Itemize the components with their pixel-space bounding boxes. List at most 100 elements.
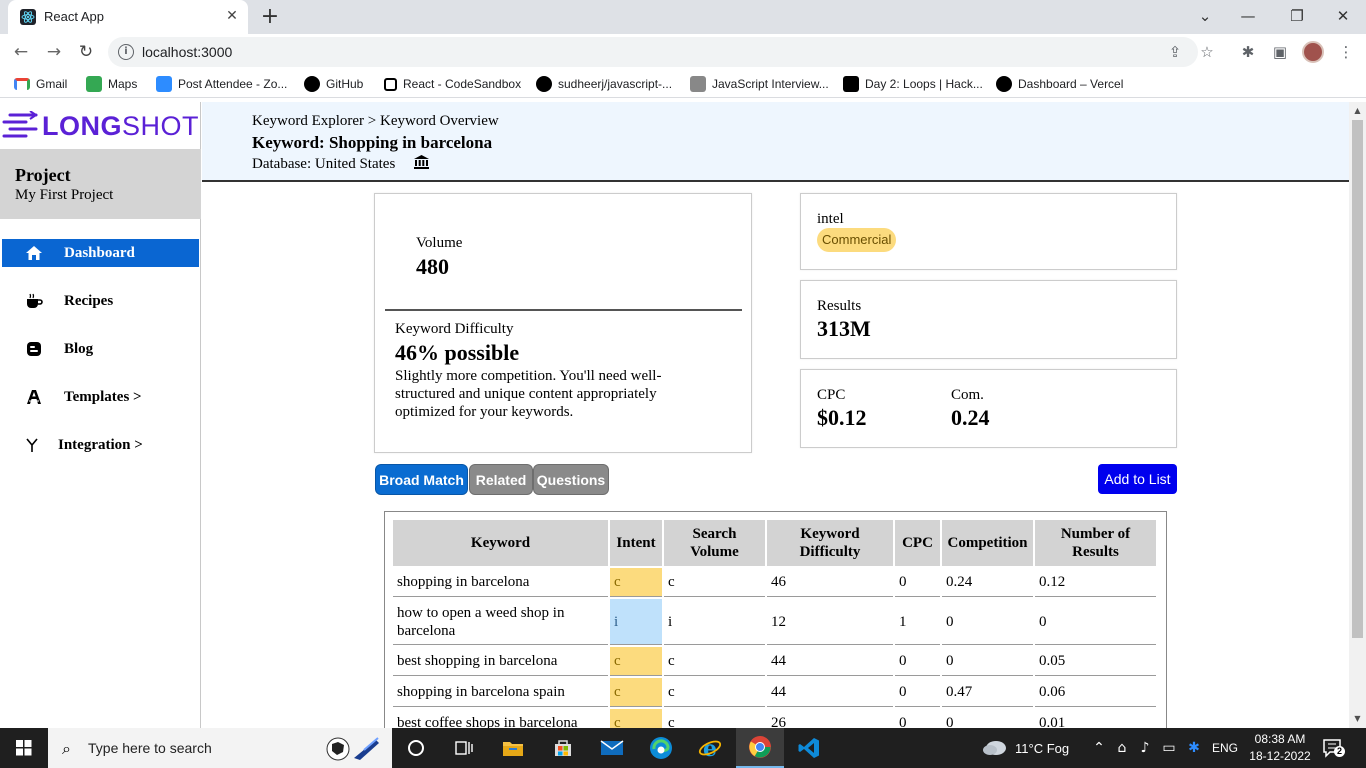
internet-explorer-icon[interactable]: e (686, 728, 734, 768)
forward-icon[interactable]: → (42, 40, 66, 64)
integration-icon (22, 435, 42, 455)
restore-button[interactable]: ❐ (1285, 6, 1309, 26)
table-row[interactable]: shopping in barcelona c c 46 0 0.24 0.12 (393, 568, 1156, 597)
back-icon[interactable]: ← (9, 40, 33, 64)
sidebar-item-templates[interactable]: Templates > (2, 383, 199, 411)
profile-avatar[interactable] (1302, 41, 1324, 63)
bookmark-item[interactable]: React - CodeSandbox (384, 75, 521, 93)
table-row[interactable]: best coffee shops in barcelona c c 26 0 0 0.01 (393, 709, 1156, 728)
battery-icon[interactable]: ▭ (1160, 739, 1178, 757)
table-row[interactable]: how to open a weed shop in barcelona i i 12… (393, 599, 1156, 645)
longshot-logo[interactable]: LONGSHOT (2, 108, 199, 144)
sidebar-item-label: Blog (64, 340, 94, 357)
tab-questions[interactable]: Questions (533, 464, 609, 495)
language-indicator[interactable]: ENG (1212, 741, 1238, 755)
cortana-icon[interactable] (392, 728, 440, 768)
url-text[interactable]: localhost:3000 (142, 44, 232, 60)
taskbar-search[interactable]: ⌕ Type here to search (48, 728, 392, 768)
edge-icon[interactable] (637, 728, 685, 768)
add-to-list-button[interactable]: Add to List (1098, 464, 1177, 494)
reload-icon[interactable]: ↻ (74, 40, 98, 64)
project-title: Project (15, 165, 71, 185)
column-header-search-volume[interactable]: Search Volume (664, 520, 765, 566)
blogger-icon (24, 339, 44, 359)
bluetooth-icon[interactable]: ✱ (1185, 739, 1203, 757)
minimize-button[interactable]: — (1236, 6, 1260, 26)
column-header-competition[interactable]: Competition (942, 520, 1033, 566)
close-tab-icon[interactable]: ✕ (224, 8, 240, 24)
notifications-icon[interactable]: 2 (1322, 738, 1345, 758)
main-content: Keyword Explorer > Keyword Overview Keyw… (202, 102, 1349, 728)
menu-kebab-icon[interactable]: ⋮ (1336, 42, 1356, 62)
file-explorer-icon[interactable] (489, 728, 537, 768)
volume-icon[interactable]: ♪ (1136, 739, 1154, 757)
bookmark-item[interactable]: JavaScript Interview... (690, 75, 829, 93)
bookmark-item[interactable]: Dashboard – Vercel (996, 75, 1123, 93)
extensions-icon[interactable]: ✱ (1238, 42, 1258, 62)
address-bar[interactable]: i localhost:3000 ⇪ ☆ (108, 37, 1214, 67)
cell-keyword: best shopping in barcelona (393, 647, 608, 676)
chevron-up-icon[interactable]: ⌃ (1090, 739, 1108, 757)
chrome-icon[interactable] (736, 728, 784, 768)
table-row[interactable]: shopping in barcelona spain c c 44 0 0.47 0.06 (393, 678, 1156, 707)
cell-results: 0.06 (1035, 678, 1156, 707)
tab-broad-match[interactable]: Broad Match (375, 464, 468, 495)
network-icon[interactable]: ⌂ (1113, 739, 1131, 757)
results-card: Results 313M (800, 280, 1177, 359)
column-header-cpc[interactable]: CPC (895, 520, 940, 566)
clock-date[interactable]: 18-12-2022 (1247, 749, 1313, 763)
cell-difficulty: 26 (767, 709, 893, 728)
share-icon[interactable]: ⇪ (1166, 43, 1184, 61)
cell-volume: c (664, 678, 765, 707)
page-scrollbar[interactable]: ▲ ▼ (1349, 102, 1366, 728)
table-row[interactable]: best shopping in barcelona c c 44 0 0 0.05 (393, 647, 1156, 676)
sidebar-item-integration[interactable]: Integration > (2, 431, 199, 459)
column-header-keyword-difficulty[interactable]: Keyword Difficulty (767, 520, 893, 566)
browser-tab[interactable]: React App ✕ (8, 0, 248, 34)
breadcrumb[interactable]: Keyword Explorer > Keyword Overview (252, 113, 499, 130)
scroll-up-icon[interactable]: ▲ (1349, 104, 1366, 118)
bookmark-item[interactable]: Day 2: Loops | Hack... (843, 75, 983, 93)
microsoft-store-icon[interactable] (539, 728, 587, 768)
scroll-down-icon[interactable]: ▼ (1349, 712, 1366, 726)
weather-icon[interactable] (982, 738, 1008, 763)
close-window-button[interactable]: ✕ (1331, 6, 1355, 26)
tab-related[interactable]: Related (469, 464, 533, 495)
cell-cpc: 0 (895, 647, 940, 676)
column-header-number-of-results[interactable]: Number of Results (1035, 520, 1156, 566)
mail-icon[interactable] (588, 728, 636, 768)
notification-count: 2 (1334, 746, 1345, 757)
vscode-icon[interactable] (785, 728, 833, 768)
tab-search-icon[interactable]: ⌄ (1193, 6, 1217, 26)
bookmark-item[interactable]: Post Attendee - Zo... (156, 75, 287, 93)
task-view-icon[interactable] (440, 728, 488, 768)
bank-icon[interactable] (413, 154, 430, 175)
bookmark-item[interactable]: GitHub (304, 75, 363, 93)
new-tab-button[interactable]: + (258, 6, 282, 30)
sidebar-item-blog[interactable]: Blog (2, 335, 199, 363)
clock-time[interactable]: 08:38 AM (1250, 732, 1310, 746)
cell-intent: i (610, 599, 662, 645)
cell-difficulty: 44 (767, 647, 893, 676)
bookmark-item[interactable]: sudheerj/javascript-... (536, 75, 672, 93)
weather-text[interactable]: 11°C Fog (1015, 741, 1069, 756)
react-icon (20, 9, 36, 25)
search-input[interactable]: Type here to search (88, 740, 212, 756)
bookmark-star-icon[interactable]: ☆ (1198, 43, 1216, 61)
site-info-icon[interactable]: i (118, 44, 134, 60)
cell-difficulty: 46 (767, 568, 893, 597)
commercial-badge: Commercial (817, 228, 897, 252)
column-header-intent[interactable]: Intent (610, 520, 662, 566)
start-button[interactable] (0, 728, 48, 768)
bookmark-label: Day 2: Loops | Hack... (865, 77, 983, 91)
card-divider (385, 309, 742, 311)
project-box[interactable]: Project My First Project (0, 149, 201, 219)
bookmark-item[interactable]: Gmail (14, 75, 67, 93)
scrollbar-thumb[interactable] (1352, 120, 1363, 638)
cell-competition: 0 (942, 709, 1033, 728)
side-panel-icon[interactable]: ▣ (1270, 42, 1290, 62)
bookmark-item[interactable]: Maps (86, 75, 137, 93)
column-header-keyword[interactable]: Keyword (393, 520, 608, 566)
sidebar-item-dashboard[interactable]: Dashboard (2, 239, 199, 267)
sidebar-item-recipes[interactable]: Recipes (2, 287, 199, 315)
